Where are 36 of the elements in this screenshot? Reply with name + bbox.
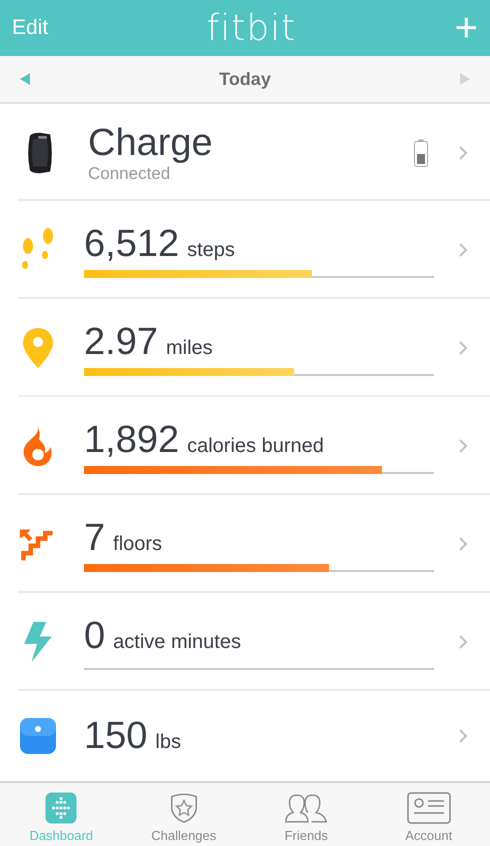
metric-value: 7 — [84, 516, 106, 560]
metric-unit: calories burned — [187, 434, 324, 458]
previous-day-icon[interactable] — [20, 73, 30, 85]
device-name: Charge — [88, 122, 214, 164]
chevron-icon — [458, 438, 468, 454]
metric-row[interactable]: 0 active minutes — [0, 593, 490, 691]
id-card-icon — [406, 792, 451, 824]
metric-row[interactable]: 7 floors — [0, 495, 490, 593]
metric-unit: miles — [166, 336, 213, 360]
metric-row[interactable]: 1,892 calories burned — [0, 397, 490, 495]
metric-unit: active minutes — [113, 630, 241, 654]
chevron-icon — [458, 536, 468, 552]
date-label: Today — [219, 68, 271, 90]
dotted-grid-icon — [45, 792, 78, 824]
chevron-icon — [458, 340, 468, 356]
metric-row[interactable]: 6,512 steps — [0, 201, 490, 299]
metric-value: 1,892 — [84, 418, 180, 462]
chevron-icon — [458, 144, 468, 160]
metric-unit: lbs — [155, 730, 181, 754]
metric-unit: steps — [187, 238, 235, 262]
metric-value: 0 — [84, 614, 106, 658]
app-logo: fitbit — [206, 8, 296, 48]
connection-status: Connected — [88, 164, 172, 184]
chevron-icon — [458, 242, 468, 258]
metric-value: 150 — [84, 714, 148, 758]
metric-value: 6,512 — [84, 222, 180, 266]
metric-row[interactable]: 2.97 miles — [0, 299, 490, 397]
people-icon — [284, 792, 328, 824]
metric-row[interactable]: 150 lbs — [0, 691, 490, 781]
chevron-icon — [458, 634, 468, 650]
device-row[interactable]: Charge Connected — [0, 104, 490, 201]
battery-icon — [414, 138, 428, 166]
metric-unit: floors — [113, 532, 162, 556]
chevron-icon — [458, 728, 468, 744]
metric-value: 2.97 — [84, 320, 158, 364]
next-day-icon[interactable] — [460, 73, 470, 85]
